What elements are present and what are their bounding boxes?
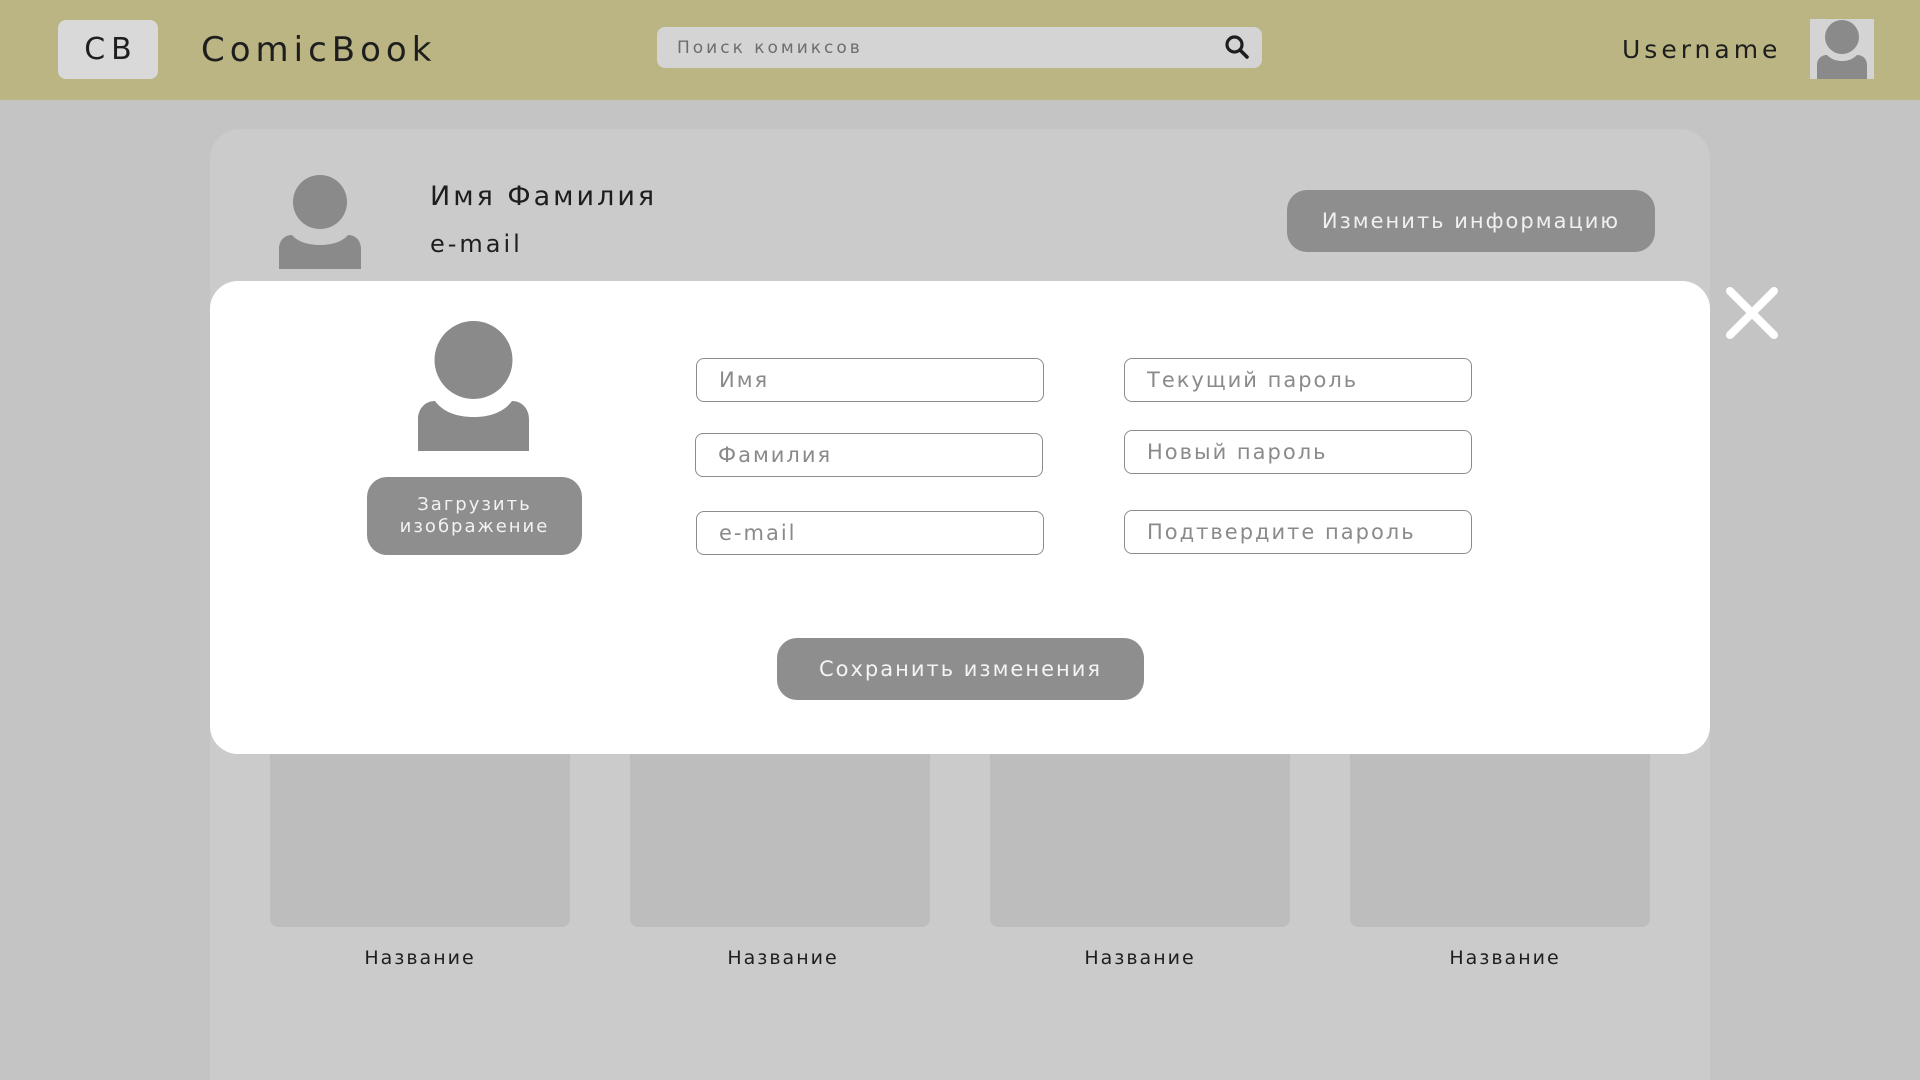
close-icon[interactable]	[1722, 283, 1782, 343]
comic-cover[interactable]	[630, 740, 930, 927]
search-icon[interactable]	[1224, 34, 1250, 60]
comic-title[interactable]: Название	[633, 946, 933, 970]
profile-name: Имя Фамилия	[430, 181, 658, 212]
modal-avatar-icon	[418, 321, 529, 451]
confirm-password-field[interactable]	[1124, 510, 1472, 554]
comic-title[interactable]: Название	[1355, 946, 1655, 970]
save-changes-button[interactable]: Сохранить изменения	[777, 638, 1144, 700]
logo[interactable]: CB	[58, 20, 158, 79]
search-input[interactable]	[657, 27, 1217, 68]
comic-cover[interactable]	[990, 740, 1290, 927]
current-password-field[interactable]	[1124, 358, 1472, 402]
comic-title[interactable]: Название	[270, 946, 570, 970]
first-name-field[interactable]	[696, 358, 1044, 402]
profile-avatar-icon	[279, 175, 361, 269]
comic-cover[interactable]	[1350, 740, 1650, 927]
comic-title[interactable]: Название	[990, 946, 1290, 970]
username-label[interactable]: Username	[1622, 34, 1781, 66]
last-name-field[interactable]	[695, 433, 1043, 477]
user-avatar-icon	[1817, 20, 1867, 79]
app-title[interactable]: ComicBook	[201, 28, 436, 72]
logo-text: CB	[84, 32, 138, 67]
new-password-field[interactable]	[1124, 430, 1472, 474]
email-field[interactable]	[696, 511, 1044, 555]
header-avatar[interactable]	[1810, 19, 1874, 79]
edit-info-button[interactable]: Изменить информацию	[1287, 190, 1655, 252]
profile-email: e-mail	[430, 230, 523, 258]
comic-cover[interactable]	[270, 740, 570, 927]
upload-image-button[interactable]: Загрузить изображение	[367, 477, 582, 555]
search-bar	[657, 27, 1262, 68]
